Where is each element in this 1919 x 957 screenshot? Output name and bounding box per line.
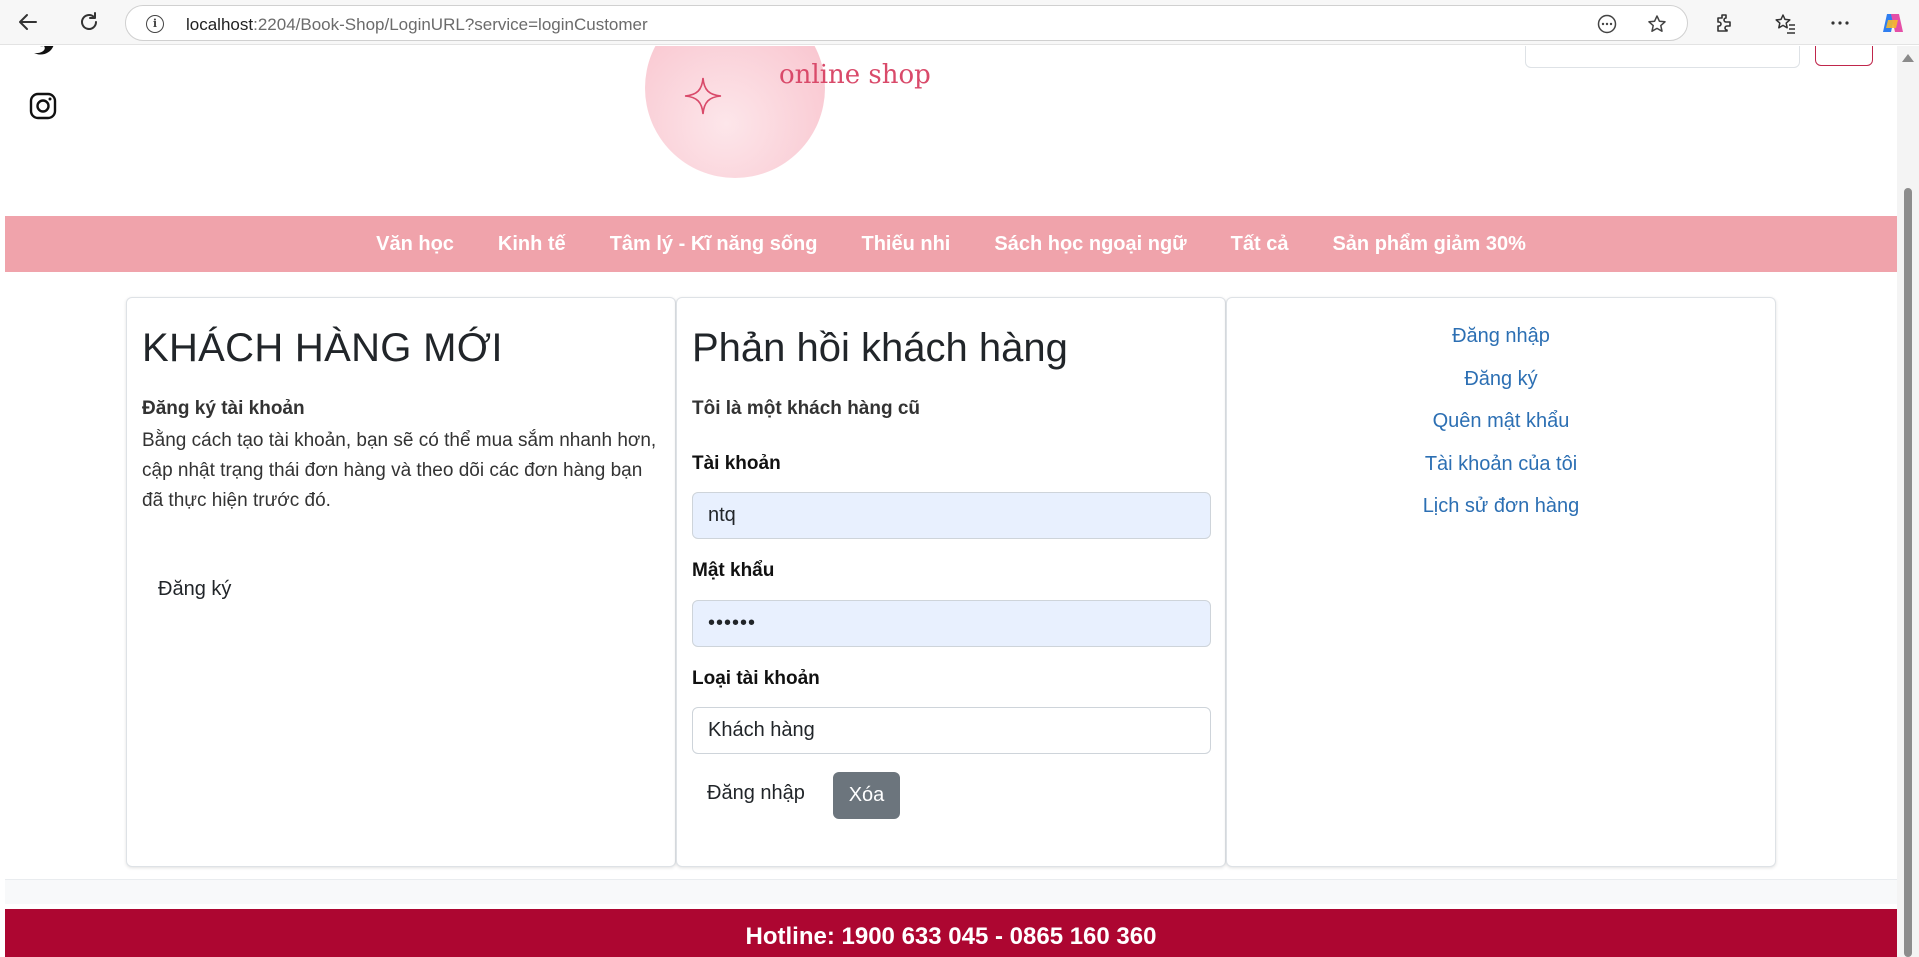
shop-logo[interactable]: online shop (645, 46, 965, 178)
url-text: localhost:2204/Book-Shop/LoginURL?servic… (186, 15, 648, 35)
twitter-icon[interactable] (29, 46, 57, 56)
reload-icon[interactable] (73, 8, 105, 36)
menu-item-tat-ca[interactable]: Tất cả (1209, 233, 1311, 256)
menu-item-thieu-nhi[interactable]: Thiếu nhi (839, 233, 972, 256)
account-links-panel: Đăng nhập Đăng ký Quên mật khẩu Tài khoả… (1226, 297, 1776, 867)
url-path: :2204/Book-Shop/LoginURL?service=loginCu… (253, 15, 648, 34)
username-field[interactable]: ntq (692, 492, 1211, 539)
password-label: Mật khẩu (692, 560, 775, 581)
category-menu: Văn học Kinh tế Tâm lý - Kĩ năng sống Th… (5, 216, 1897, 272)
favorites-icon[interactable] (1772, 10, 1798, 36)
back-icon[interactable] (12, 8, 44, 36)
link-register[interactable]: Đăng ký (1227, 369, 1775, 412)
clear-button[interactable]: Xóa (833, 772, 900, 819)
login-subtitle: Tôi là một khách hàng cũ (692, 398, 921, 419)
address-bar[interactable]: i localhost:2204/Book-Shop/LoginURL?serv… (125, 5, 1688, 41)
menu-more-icon[interactable] (1827, 10, 1853, 36)
register-subtitle: Đăng ký tài khoản (142, 398, 305, 419)
menu-item-van-hoc[interactable]: Văn học (354, 233, 476, 256)
new-customer-panel: KHÁCH HÀNG MỚI Đăng ký tài khoản Bằng cá… (126, 297, 676, 867)
extensions-icon[interactable] (1712, 10, 1738, 36)
menu-item-tam-ly[interactable]: Tâm lý - Kĩ năng sống (588, 233, 840, 256)
menu-item-kinh-te[interactable]: Kinh tế (476, 233, 588, 256)
username-label: Tài khoản (692, 453, 781, 474)
account-type-select[interactable]: Khách hàng (692, 707, 1211, 754)
favorite-star-icon[interactable] (1646, 13, 1668, 35)
copilot-icon[interactable] (1880, 10, 1906, 36)
scroll-thumb[interactable] (1904, 188, 1912, 957)
url-host: localhost (186, 15, 254, 34)
instagram-icon[interactable] (29, 92, 57, 120)
login-title: Phản hồi khách hàng (692, 326, 1068, 370)
new-customer-title: KHÁCH HÀNG MỚI (142, 326, 503, 370)
browser-toolbar: i localhost:2204/Book-Shop/LoginURL?serv… (0, 0, 1919, 45)
link-forgot-password[interactable]: Quên mật khẩu (1227, 411, 1775, 454)
login-button[interactable]: Đăng nhập (692, 774, 820, 813)
link-login[interactable]: Đăng nhập (1227, 326, 1775, 369)
vertical-scrollbar[interactable] (1897, 46, 1919, 957)
menu-item-giam-gia[interactable]: Sản phẩm giảm 30% (1310, 233, 1547, 256)
logo-tagline: online shop (779, 60, 931, 90)
account-link-list: Đăng nhập Đăng ký Quên mật khẩu Tài khoả… (1227, 326, 1775, 539)
register-button[interactable]: Đăng ký (143, 570, 246, 609)
link-order-history[interactable]: Lịch sử đơn hàng (1227, 496, 1775, 539)
footer-divider (5, 879, 1897, 904)
login-panel: Phản hồi khách hàng Tôi là một khách hàn… (676, 297, 1226, 867)
sparkle-icon (684, 77, 722, 115)
scroll-up-arrow-icon[interactable] (1902, 54, 1914, 62)
footer-hotline: Hotline: 1900 633 045 - 0865 160 360 (5, 909, 1897, 957)
account-type-label: Loại tài khoản (692, 668, 820, 689)
link-my-account[interactable]: Tài khoản của tôi (1227, 454, 1775, 497)
password-field[interactable]: •••••• (692, 600, 1211, 647)
search-button[interactable] (1815, 46, 1873, 66)
search-input[interactable] (1525, 46, 1800, 68)
more-info-icon[interactable] (1596, 13, 1618, 35)
menu-item-ngoai-ngu[interactable]: Sách học ngoại ngữ (972, 233, 1208, 256)
site-info-icon[interactable]: i (146, 15, 164, 33)
register-description: Bằng cách tạo tài khoản, bạn sẽ có thể m… (142, 430, 657, 511)
page-content: online shop Văn học Kinh tế Tâm lý - Kĩ … (5, 46, 1897, 957)
